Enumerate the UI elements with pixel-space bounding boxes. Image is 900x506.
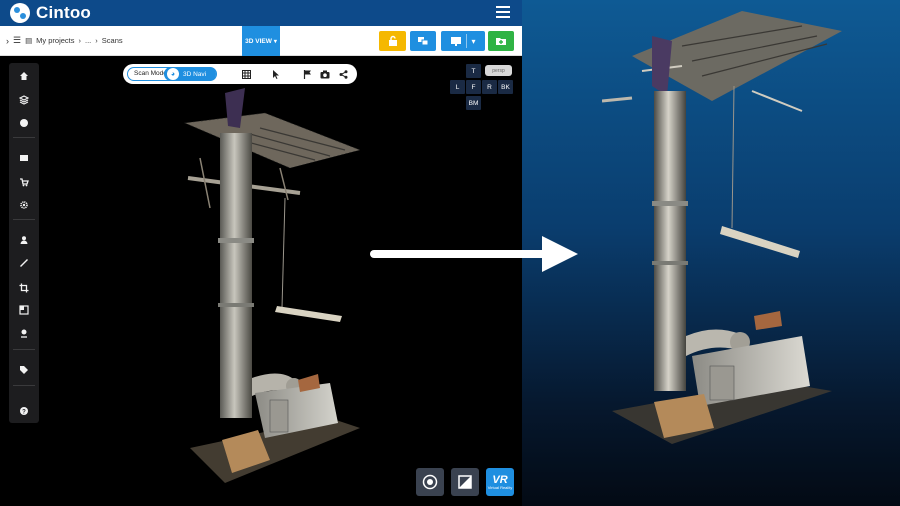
pointer-icon[interactable] <box>269 67 283 81</box>
grid-icon[interactable] <box>239 67 253 81</box>
breadcrumb: › ☰ ▤ My projects › ... › Scans <box>6 35 123 46</box>
toggle-knob-icon: ◕ <box>167 68 179 80</box>
view-mode-label: 3D VIEW <box>245 37 272 45</box>
lock-button[interactable] <box>379 31 406 51</box>
tag-icon[interactable] <box>9 361 39 379</box>
transition-arrow-icon <box>370 236 578 272</box>
compare-button[interactable] <box>410 31 436 51</box>
nav-3d-label: 3D Navi <box>183 70 207 78</box>
svg-text:?: ? <box>22 409 26 415</box>
cart-icon[interactable] <box>9 173 39 191</box>
breadcrumb-ellipsis[interactable]: ... <box>85 36 91 45</box>
hamburger-icon[interactable] <box>496 6 510 18</box>
home-icon[interactable] <box>9 67 39 85</box>
app-name: Cintoo <box>36 3 92 22</box>
cintoo-logo-icon <box>10 3 30 23</box>
add-folder-icon <box>496 38 506 45</box>
expand-chevron-icon[interactable]: › <box>6 36 9 46</box>
lock-icon <box>388 35 397 46</box>
sphere-view-button[interactable] <box>416 468 444 496</box>
split-view-button[interactable] <box>451 468 479 496</box>
ruler-icon[interactable] <box>9 254 39 272</box>
cintoo-logo[interactable]: Cintoo <box>10 3 91 23</box>
tree-icon[interactable]: ☰ <box>13 35 21 46</box>
top-bar: Cintoo <box>0 0 522 26</box>
chevron-down-icon: ▾ <box>273 38 277 45</box>
layers-icon[interactable] <box>9 91 39 109</box>
sidebar-divider <box>13 219 35 220</box>
button-separator <box>466 34 468 48</box>
split-view-icon[interactable] <box>9 301 39 319</box>
breadcrumb-scans[interactable]: Scans <box>102 36 123 45</box>
view-front-button[interactable]: F <box>466 80 481 94</box>
help-icon[interactable]: ? <box>9 402 39 420</box>
virtual-reality-button[interactable]: VR Virtual Reality <box>486 468 514 496</box>
poi-icon[interactable] <box>9 324 39 342</box>
toolbar: › ☰ ▤ My projects › ... › Scans 3D VIEW … <box>0 26 522 56</box>
vr-caption: Virtual Reality <box>487 484 513 490</box>
view-mode-dropdown[interactable]: 3D VIEW ▾ <box>242 26 280 56</box>
breadcrumb-separator-icon: › <box>78 36 82 45</box>
point-cloud-scan-left[interactable] <box>170 88 375 488</box>
share-icon[interactable] <box>336 67 350 81</box>
point-cloud-scan-right <box>602 11 842 444</box>
sidebar-divider <box>13 349 35 350</box>
sidebar-divider <box>13 385 35 386</box>
camera-icon[interactable] <box>318 67 332 81</box>
view-top-button[interactable]: T <box>466 64 481 78</box>
view-back-button[interactable]: BK <box>498 80 513 94</box>
sphere-view-icon <box>422 474 438 490</box>
view-right-button[interactable]: R <box>482 80 497 94</box>
left-sidebar: ? <box>9 63 39 423</box>
split-view-icon <box>458 475 472 489</box>
view-bottom-button[interactable]: BM <box>466 96 481 110</box>
flag-icon[interactable] <box>300 67 314 81</box>
sphere-icon[interactable] <box>9 114 39 132</box>
scan-mode-label: Scan Mode <box>134 70 167 77</box>
screen-icon[interactable] <box>9 149 39 167</box>
person-icon[interactable] <box>9 231 39 249</box>
breadcrumb-my-projects[interactable]: My projects <box>36 36 74 45</box>
scan-mode-toggle[interactable]: Scan Mode ◕ 3D Navi <box>127 67 217 81</box>
settings-icon[interactable] <box>9 196 39 214</box>
crop-icon[interactable] <box>9 279 39 297</box>
folder-icon: ▤ <box>25 36 33 45</box>
monitor-icon <box>451 37 462 46</box>
nav-3d-option[interactable]: ◕ 3D Navi <box>164 67 216 81</box>
perspective-toggle[interactable]: persp <box>485 65 512 76</box>
add-folder-button[interactable] <box>488 31 514 51</box>
navigation-pill: Scan Mode ◕ 3D Navi <box>123 64 357 84</box>
vr-label: VR <box>492 473 508 486</box>
breadcrumb-separator-icon: › <box>95 36 98 45</box>
view-left-button[interactable]: L <box>450 80 465 94</box>
screen: Cintoo › ☰ ▤ My projects › ... › Scans 3… <box>0 0 900 506</box>
chevron-down-icon: ▾ <box>471 36 476 46</box>
sidebar-divider <box>13 137 35 138</box>
monitor-button[interactable]: ▾ <box>441 31 485 51</box>
compare-icon <box>418 37 429 46</box>
